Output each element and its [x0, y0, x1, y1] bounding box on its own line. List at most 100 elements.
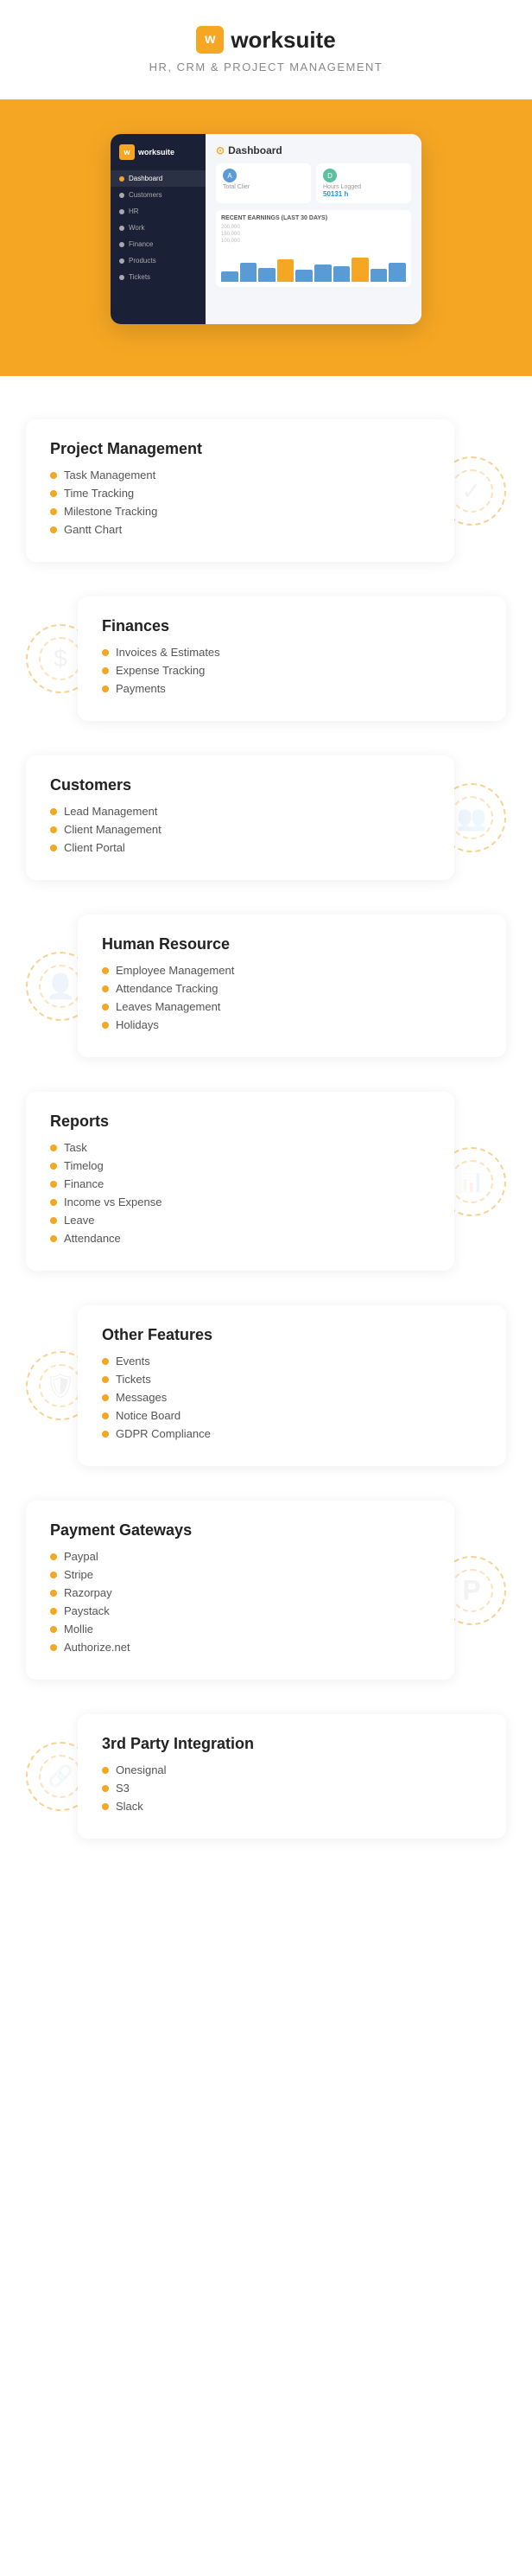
stat-card-clients: A Total Clier	[216, 163, 311, 203]
list-item: Milestone Tracking	[50, 505, 430, 518]
bullet-icon	[102, 985, 109, 992]
feature-block-payment-gateways: Payment Gateways Paypal Stripe Razorpay …	[26, 1501, 506, 1680]
sidebar-item-tickets[interactable]: Tickets	[111, 269, 206, 285]
bullet-icon	[50, 1553, 57, 1560]
list-item: Income vs Expense	[50, 1196, 430, 1208]
feature-card-third-party: 3rd Party Integration Onesignal S3 Slack	[78, 1714, 506, 1839]
dashboard-card: w worksuite Dashboard Customers HR Work	[111, 134, 421, 324]
bullet-icon	[102, 1004, 109, 1011]
feature-block-finances: Finances Invoices & Estimates Expense Tr…	[26, 596, 506, 721]
bar-9	[370, 269, 388, 282]
logo-area: w worksuite	[17, 26, 515, 54]
list-item: Leaves Management	[102, 1000, 482, 1013]
stat-card-hours: D Hours Logged 50131 h	[316, 163, 411, 203]
bullet-icon	[102, 1785, 109, 1792]
deco-icon: $	[54, 645, 67, 673]
sidebar: w worksuite Dashboard Customers HR Work	[111, 134, 206, 324]
deco-icon: 👤	[46, 972, 76, 1000]
feature-list-reports: Task Timelog Finance Income vs Expense L…	[50, 1141, 430, 1245]
sidebar-logo-icon: w	[119, 144, 135, 160]
bar-10	[389, 263, 406, 282]
dashboard-title: ⊙ Dashboard	[216, 144, 411, 156]
list-item: Messages	[102, 1391, 482, 1404]
feature-title-human-resource: Human Resource	[102, 935, 482, 953]
chart-y-label-100k: 100,000	[221, 239, 406, 244]
list-item: S3	[102, 1782, 482, 1795]
list-item: Notice Board	[102, 1409, 482, 1422]
sidebar-item-products[interactable]: Products	[111, 252, 206, 269]
list-item: Events	[102, 1355, 482, 1368]
page-header: w worksuite HR, CRM & PROJECT MANAGEMENT	[0, 0, 532, 82]
deco-icon: 🔗	[48, 1764, 73, 1789]
list-item: Task Management	[50, 469, 430, 481]
bullet-icon	[102, 1022, 109, 1029]
bullet-icon	[50, 1590, 57, 1597]
sidebar-item-dashboard[interactable]: Dashboard	[111, 170, 206, 187]
sidebar-item-customers[interactable]: Customers	[111, 187, 206, 203]
feature-card-customers: Customers Lead Management Client Managem…	[26, 756, 454, 880]
logo-name: worksuite	[231, 27, 335, 54]
list-item: Stripe	[50, 1568, 430, 1581]
feature-list-project-management: Task Management Time Tracking Milestone …	[50, 469, 430, 536]
bullet-icon	[50, 1608, 57, 1615]
list-item: Time Tracking	[50, 487, 430, 500]
feature-card-payment-gateways: Payment Gateways Paypal Stripe Razorpay …	[26, 1501, 454, 1680]
feature-title-reports: Reports	[50, 1113, 430, 1131]
sidebar-item-work[interactable]: Work	[111, 220, 206, 236]
bar-6	[314, 265, 332, 282]
deco-icon: 📊	[459, 1169, 484, 1194]
chart-bars	[221, 247, 406, 282]
feature-list-third-party: Onesignal S3 Slack	[102, 1763, 482, 1813]
bullet-icon	[50, 1145, 57, 1151]
feature-title-project-management: Project Management	[50, 440, 430, 458]
bullet-icon	[102, 1358, 109, 1365]
list-item: GDPR Compliance	[102, 1427, 482, 1440]
feature-block-third-party: 3rd Party Integration Onesignal S3 Slack…	[26, 1714, 506, 1839]
feature-title-finances: Finances	[102, 617, 482, 635]
deco-icon: 🛡	[45, 1372, 76, 1400]
sidebar-item-hr[interactable]: HR	[111, 203, 206, 220]
list-item: Paypal	[50, 1550, 430, 1563]
feature-list-customers: Lead Management Client Management Client…	[50, 805, 430, 854]
list-item: Mollie	[50, 1623, 430, 1636]
list-item: Razorpay	[50, 1586, 430, 1599]
feature-title-other-features: Other Features	[102, 1326, 482, 1344]
feature-list-human-resource: Employee Management Attendance Tracking …	[102, 964, 482, 1031]
stat-icon-hours: D	[323, 169, 337, 182]
bullet-icon	[50, 1626, 57, 1633]
bullet-icon	[50, 1572, 57, 1578]
deco-icon: ✓	[461, 476, 481, 505]
bullet-icon	[50, 808, 57, 815]
feature-title-customers: Customers	[50, 776, 430, 794]
chart-y-label-200k: 200,000	[221, 225, 406, 230]
bar-1	[221, 271, 238, 282]
list-item: Authorize.net	[50, 1641, 430, 1654]
feature-block-other-features: Other Features Events Tickets Messages N…	[26, 1305, 506, 1466]
feature-title-payment-gateways: Payment Gateways	[50, 1521, 430, 1540]
bullet-icon	[102, 649, 109, 656]
list-item: Employee Management	[102, 964, 482, 977]
bullet-icon	[102, 1767, 109, 1774]
sidebar-item-finance[interactable]: Finance	[111, 236, 206, 252]
feature-card-other-features: Other Features Events Tickets Messages N…	[78, 1305, 506, 1466]
chart-y-label-150k: 150,000	[221, 232, 406, 237]
list-item: Client Portal	[50, 841, 430, 854]
feature-block-human-resource: Human Resource Employee Management Atten…	[26, 915, 506, 1057]
tagline: HR, CRM & PROJECT MANAGEMENT	[17, 61, 515, 73]
list-item: Paystack	[50, 1604, 430, 1617]
feature-card-human-resource: Human Resource Employee Management Atten…	[78, 915, 506, 1057]
bullet-icon	[50, 1644, 57, 1651]
deco-icon: P	[462, 1574, 480, 1606]
list-item: Gantt Chart	[50, 523, 430, 536]
list-item: Attendance	[50, 1232, 430, 1245]
bullet-icon	[102, 1412, 109, 1419]
feature-card-reports: Reports Task Timelog Finance Income vs E…	[26, 1092, 454, 1271]
list-item: Payments	[102, 682, 482, 695]
bullet-icon	[102, 967, 109, 974]
list-item: Expense Tracking	[102, 664, 482, 677]
bullet-icon	[50, 490, 57, 497]
list-item: Task	[50, 1141, 430, 1154]
bar-2	[240, 263, 257, 282]
list-item: Leave	[50, 1214, 430, 1227]
stat-label-hours: Hours Logged	[323, 184, 404, 190]
